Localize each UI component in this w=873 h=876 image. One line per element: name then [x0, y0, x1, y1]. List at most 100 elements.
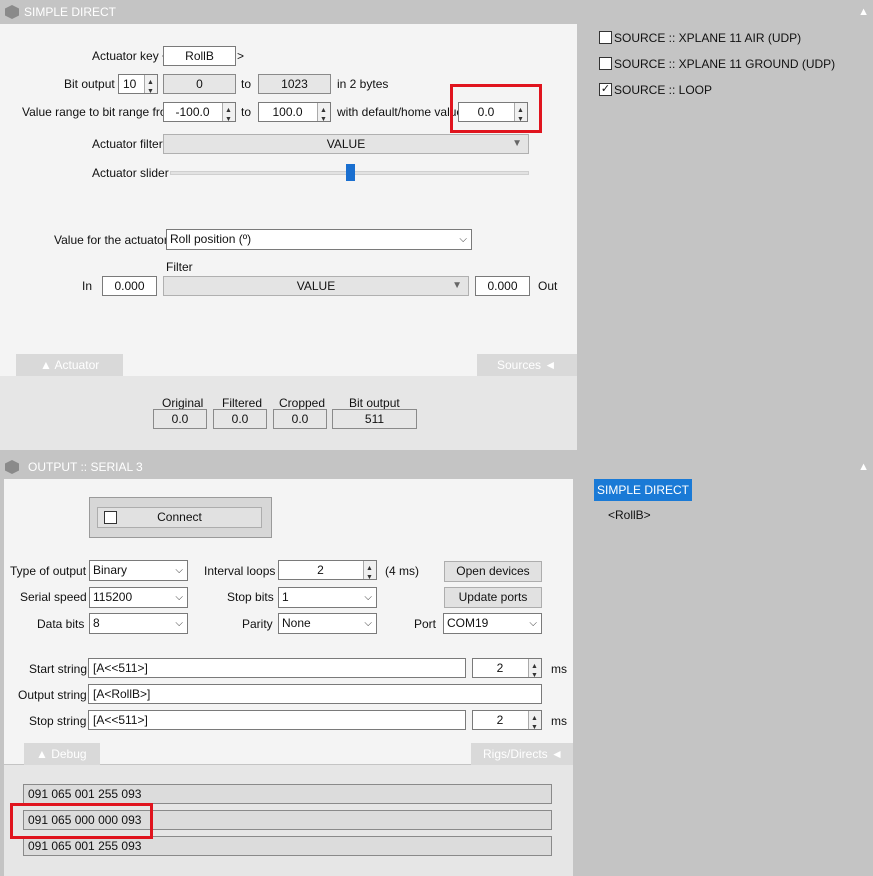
bit-output-spin-icon[interactable] — [144, 75, 157, 93]
tab-actuator[interactable]: ▲ Actuator — [16, 354, 123, 376]
source-xplane-ground-checkbox[interactable] — [599, 57, 612, 70]
data-bits-select[interactable]: 8 ⌵ — [89, 613, 188, 634]
interval-spin-icon[interactable] — [363, 561, 376, 579]
chevron-down-icon: ▼ — [452, 280, 462, 291]
port-value: COM19 — [447, 616, 489, 630]
readout-cropped-value: 0.0 — [273, 409, 327, 429]
tab-debug[interactable]: ▲ Debug — [24, 743, 100, 765]
bit-output-stepper[interactable]: 10 — [118, 74, 158, 94]
connect-button[interactable]: Connect — [97, 507, 262, 528]
start-ms-value: 2 — [496, 661, 504, 675]
output-string-input[interactable]: [A<RollB>] — [88, 684, 542, 704]
filter-select[interactable]: VALUE ▼ — [163, 276, 469, 296]
range-from-stepper[interactable]: -100.0 — [163, 102, 236, 122]
chevron-down-icon: ⌵ — [459, 234, 467, 245]
bit-output-label: Bit output — [64, 77, 115, 91]
stop-bits-select[interactable]: 1 ⌵ — [278, 587, 377, 608]
chevron-down-icon: ▼ — [512, 138, 522, 149]
source-xplane-ground-label[interactable]: SOURCE :: XPLANE 11 GROUND (UDP) — [614, 57, 835, 71]
serial-speed-select[interactable]: 115200 ⌵ — [89, 587, 188, 608]
readout-bitoutput-value: 511 — [332, 409, 417, 429]
bit-output-value: 10 — [123, 77, 137, 91]
type-of-output-select[interactable]: Binary ⌵ — [89, 560, 188, 581]
range-to-value: 100.0 — [272, 105, 303, 119]
stop-string-input[interactable]: [A<<511>] — [88, 710, 466, 730]
range-to-stepper[interactable]: 100.0 — [258, 102, 331, 122]
collapse-up-icon[interactable]: ▲ — [858, 0, 869, 24]
interval-loops-label: Interval loops — [204, 564, 276, 578]
open-devices-button[interactable]: Open devices — [444, 561, 542, 582]
app-hex-icon — [5, 460, 19, 474]
connect-label: Connect — [157, 510, 202, 524]
stop-string-label: Stop string — [29, 714, 87, 728]
actuator-filter-select[interactable]: VALUE ▼ — [163, 134, 529, 154]
data-bits-label: Data bits — [37, 617, 85, 631]
parity-value: None — [282, 616, 311, 630]
readout-filtered-value: 0.0 — [213, 409, 267, 429]
range-from-spin-icon[interactable] — [222, 103, 235, 121]
actuator-key-label: Actuator key < — [92, 49, 170, 63]
interval-loops-stepper[interactable]: 2 — [278, 560, 377, 580]
collapse-up-icon[interactable]: ▲ — [858, 455, 869, 479]
readout-filtered-label: Filtered — [222, 396, 263, 410]
stop-bits-label: Stop bits — [227, 590, 274, 604]
port-label: Port — [414, 617, 437, 631]
check-icon: ✓ — [600, 83, 611, 95]
data-bits-value: 8 — [93, 616, 100, 630]
connect-checkbox[interactable] — [104, 511, 117, 524]
in-value-field[interactable]: 0.000 — [102, 276, 157, 296]
stop-bits-value: 1 — [282, 590, 289, 604]
chevron-down-icon: ⌵ — [175, 565, 183, 576]
readout-original-value: 0.0 — [153, 409, 207, 429]
source-loop-label[interactable]: SOURCE :: LOOP — [614, 83, 712, 97]
highlight-default-value — [450, 84, 542, 133]
bit-min-field: 0 — [163, 74, 236, 94]
actuator-filter-label: Actuator filter — [92, 137, 163, 151]
source-loop-checkbox[interactable]: ✓ — [599, 83, 612, 96]
start-string-input[interactable]: [A<<511>] — [88, 658, 466, 678]
rig-list-item-selected[interactable]: SIMPLE DIRECT — [594, 479, 693, 501]
out-value-field[interactable]: 0.000 — [475, 276, 530, 296]
start-ms-spin-icon[interactable] — [528, 659, 541, 677]
bottom-window-titlebar: OUTPUT :: SERIAL 3 ▲ — [0, 455, 873, 479]
bottom-window-title: OUTPUT :: SERIAL 3 — [28, 460, 143, 474]
bit-max-field: 1023 — [258, 74, 331, 94]
readout-original-label: Original — [162, 396, 204, 410]
source-xplane-air-checkbox[interactable] — [599, 31, 612, 44]
parity-select[interactable]: None ⌵ — [278, 613, 377, 634]
tab-sources[interactable]: Sources ◄ — [477, 354, 577, 376]
to-label-1: to — [241, 77, 252, 91]
rig-list-child[interactable]: <RollB> — [608, 508, 651, 522]
stop-ms-spin-icon[interactable] — [528, 711, 541, 729]
actuator-key-field[interactable]: RollB — [163, 46, 236, 66]
range-from-value: -100.0 — [175, 105, 210, 119]
actuator-key-suffix: > — [237, 49, 245, 63]
readout-bitoutput-label: Bit output — [349, 396, 400, 410]
serial-speed-value: 115200 — [93, 590, 133, 604]
value-for-actuator-label: Value for the actuator — [54, 233, 168, 247]
range-label: Value range to bit range from — [22, 105, 177, 119]
in-label: In — [82, 279, 93, 293]
filter-select-value: VALUE — [296, 279, 336, 293]
to-label-2: to — [241, 105, 252, 119]
stop-ms-stepper[interactable]: 2 — [472, 710, 542, 730]
start-ms-stepper[interactable]: 2 — [472, 658, 542, 678]
range-to-spin-icon[interactable] — [317, 103, 330, 121]
type-of-output-label: Type of output — [10, 564, 87, 578]
source-xplane-air-label[interactable]: SOURCE :: XPLANE 11 AIR (UDP) — [614, 31, 801, 45]
stop-ms-value: 2 — [496, 713, 504, 727]
serial-speed-label: Serial speed — [20, 590, 87, 604]
bytes-label: in 2 bytes — [337, 77, 389, 91]
tab-rigs-directs[interactable]: Rigs/Directs ◄ — [471, 743, 573, 765]
value-for-actuator-select[interactable]: Roll position (º) ⌵ — [166, 229, 472, 250]
port-select[interactable]: COM19 ⌵ — [443, 613, 542, 634]
app-hex-icon — [5, 5, 19, 19]
actuator-slider-thumb[interactable] — [346, 164, 355, 181]
start-string-label: Start string — [29, 662, 88, 676]
out-label: Out — [538, 279, 558, 293]
interval-loops-value: 2 — [317, 563, 324, 577]
chevron-down-icon: ⌵ — [175, 618, 183, 629]
top-window-title: SIMPLE DIRECT — [24, 5, 117, 19]
type-of-output-value: Binary — [93, 563, 128, 577]
update-ports-button[interactable]: Update ports — [444, 587, 542, 608]
